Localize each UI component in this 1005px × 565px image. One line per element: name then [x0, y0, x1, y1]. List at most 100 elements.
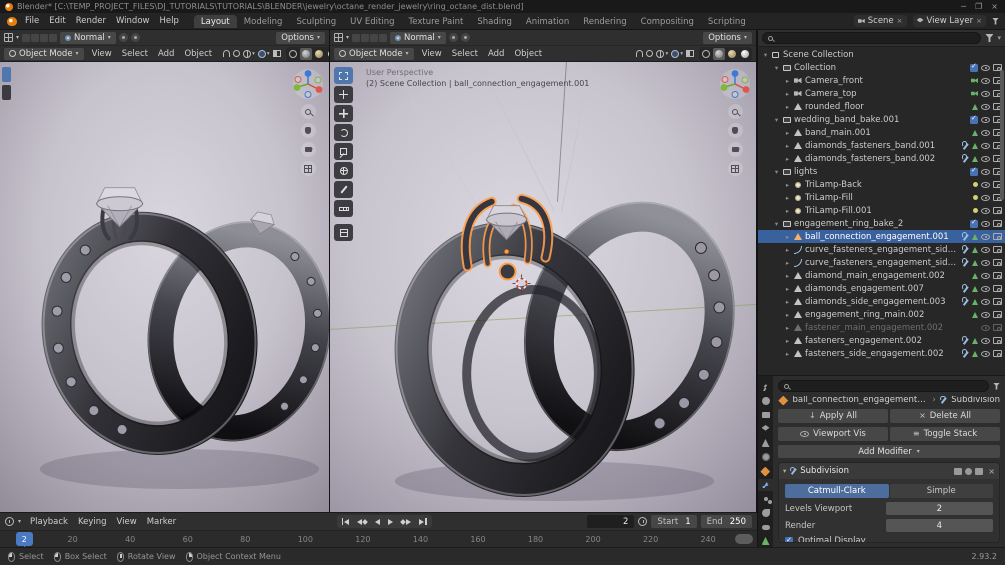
- shading-rendered-button[interactable]: [326, 48, 329, 60]
- pan-button[interactable]: [301, 123, 316, 138]
- menu-file[interactable]: File: [20, 13, 44, 29]
- disable-render-camera-icon[interactable]: [993, 246, 1002, 253]
- shading-material-button[interactable]: [726, 48, 738, 60]
- properties-tab-object[interactable]: [758, 465, 773, 477]
- outliner-row[interactable]: ▸curve_fasteners_engagement_side1.002: [758, 243, 1005, 256]
- simple-button[interactable]: Simple: [890, 484, 994, 498]
- shading-wireframe-button[interactable]: [700, 48, 712, 60]
- rotate-tool-button[interactable]: [334, 124, 353, 141]
- disable-render-camera-icon[interactable]: [993, 220, 1002, 227]
- scale-tool-button[interactable]: [334, 143, 353, 160]
- outliner-row[interactable]: ▸diamonds_engagement.007: [758, 282, 1005, 295]
- workspace-tab-layout[interactable]: Layout: [194, 15, 237, 28]
- menu-marker[interactable]: Marker: [142, 514, 181, 530]
- menu-edit[interactable]: Edit: [44, 13, 70, 29]
- disclosure-icon[interactable]: ▸: [783, 285, 792, 293]
- menu-help[interactable]: Help: [154, 13, 183, 29]
- transport-jump-end-button[interactable]: [416, 516, 430, 527]
- menu-keying[interactable]: Keying: [73, 514, 112, 530]
- tool-mode-buttons[interactable]: [352, 34, 387, 42]
- shading-solid-button[interactable]: [713, 48, 725, 60]
- start-frame-field[interactable]: Start 1: [651, 515, 696, 528]
- maximize-button[interactable]: ❐: [975, 0, 982, 13]
- disclosure-icon[interactable]: ▾: [772, 116, 781, 124]
- outliner-row[interactable]: ▾wedding_band_bake.001: [758, 113, 1005, 126]
- vp-left-canvas[interactable]: [0, 62, 329, 512]
- shading-rendered-button[interactable]: [739, 48, 751, 60]
- blender-menu-icon[interactable]: [7, 17, 17, 26]
- editor-clock-icon[interactable]: [5, 517, 14, 526]
- current-frame-field[interactable]: 2: [587, 515, 634, 528]
- gizmos-dropdown[interactable]: ▾: [243, 50, 255, 58]
- outliner-row[interactable]: ▾engagement_ring_bake_2: [758, 217, 1005, 230]
- transport-next-keyframe-button[interactable]: [398, 516, 414, 527]
- view-layer-selector[interactable]: View Layer ×: [913, 15, 986, 27]
- hide-viewport-eye-icon[interactable]: [981, 78, 990, 84]
- 3d-scene-left[interactable]: [0, 62, 329, 512]
- breadcrumb-modifier[interactable]: Subdivision: [951, 396, 1000, 405]
- menu-select[interactable]: Select: [447, 46, 483, 62]
- disclosure-icon[interactable]: ▸: [783, 77, 792, 85]
- filter-dropdown-icon[interactable]: ▾: [997, 34, 1001, 42]
- outliner-row[interactable]: ▸Camera_top: [758, 87, 1005, 100]
- menu-render[interactable]: Render: [71, 13, 111, 29]
- transform-tool-button[interactable]: [334, 162, 353, 179]
- apply-all-button[interactable]: ↓Apply All: [778, 409, 888, 423]
- hide-viewport-eye-icon[interactable]: [981, 325, 990, 331]
- editor-type-icon[interactable]: [334, 33, 343, 42]
- properties-filter-icon[interactable]: [993, 383, 1000, 390]
- transport-play-reverse-button[interactable]: [372, 516, 383, 527]
- panel-disclosure-icon[interactable]: ▾: [783, 467, 786, 475]
- outliner-row[interactable]: ▸fastener_main_engagement.002: [758, 321, 1005, 334]
- workspace-tab-scripting[interactable]: Scripting: [701, 15, 753, 28]
- outliner-row[interactable]: ▸fasteners_side_engagement.002: [758, 347, 1005, 360]
- end-frame-field[interactable]: End 250: [701, 515, 752, 528]
- catmull-clark-button[interactable]: Catmull-Clark: [785, 484, 889, 498]
- vp-right-canvas[interactable]: User Perspective (2) Scene Collection | …: [330, 62, 756, 512]
- outliner-row[interactable]: ▸rounded_floor: [758, 100, 1005, 113]
- overlays-dropdown[interactable]: ▾: [671, 50, 683, 58]
- properties-tab-object-data[interactable]: [758, 535, 773, 547]
- xray-toggle[interactable]: [273, 50, 281, 57]
- properties-tab-render[interactable]: [758, 395, 773, 407]
- menu-view[interactable]: View: [417, 46, 447, 62]
- measure-tool-button[interactable]: [334, 200, 353, 217]
- add-cube-tool-button[interactable]: [334, 224, 353, 241]
- disable-render-camera-icon[interactable]: [993, 324, 1002, 331]
- breadcrumb-object[interactable]: ball_connection_engagement.001: [793, 396, 929, 405]
- render-toggle[interactable]: [975, 468, 983, 475]
- mode-mini-button[interactable]: [370, 34, 378, 42]
- hide-viewport-eye-icon[interactable]: [981, 130, 990, 136]
- hide-viewport-eye-icon[interactable]: [981, 143, 990, 149]
- disclosure-icon[interactable]: ▸: [783, 129, 792, 137]
- playhead[interactable]: 2: [16, 532, 33, 546]
- outliner-row[interactable]: ▾Collection: [758, 61, 1005, 74]
- outliner-row[interactable]: ▸diamonds_side_engagement.003: [758, 295, 1005, 308]
- disable-render-camera-icon[interactable]: [993, 350, 1002, 357]
- mode-dropdown[interactable]: Object Mode ▾: [4, 48, 84, 60]
- outliner-search-field[interactable]: [762, 32, 981, 44]
- gizmos-dropdown[interactable]: ▾: [656, 50, 668, 58]
- properties-tab-constraints[interactable]: [758, 521, 773, 533]
- timeline-ruler[interactable]: 2 20406080100120140160180200220240: [0, 530, 757, 547]
- disclosure-icon[interactable]: ▾: [772, 64, 781, 72]
- shading-solid-button[interactable]: [300, 48, 312, 60]
- outliner-row[interactable]: ▸Camera_front: [758, 74, 1005, 87]
- proportional-editing-icon[interactable]: [646, 50, 653, 57]
- disclosure-icon[interactable]: ▸: [783, 155, 792, 163]
- outliner-row[interactable]: ▸curve_fasteners_engagement_side2.002: [758, 256, 1005, 269]
- disclosure-icon[interactable]: ▸: [783, 246, 792, 254]
- properties-tab-world[interactable]: [758, 451, 773, 463]
- properties-search-field[interactable]: [778, 380, 989, 392]
- mode-mini-button[interactable]: [49, 34, 57, 42]
- collapsed-toolbar-active-tool[interactable]: [2, 67, 11, 82]
- xray-toggle[interactable]: [686, 50, 694, 57]
- outliner-row[interactable]: ▸fasteners_engagement.002: [758, 334, 1005, 347]
- orientation-gizmo[interactable]: [292, 68, 324, 100]
- menu-add[interactable]: Add: [483, 46, 509, 62]
- toggle-stack-button[interactable]: ≡Toggle Stack: [890, 427, 1000, 441]
- disclosure-icon[interactable]: ▸: [783, 324, 792, 332]
- hide-viewport-eye-icon[interactable]: [981, 91, 990, 97]
- hide-viewport-eye-icon[interactable]: [981, 273, 990, 279]
- hide-viewport-eye-icon[interactable]: [981, 312, 990, 318]
